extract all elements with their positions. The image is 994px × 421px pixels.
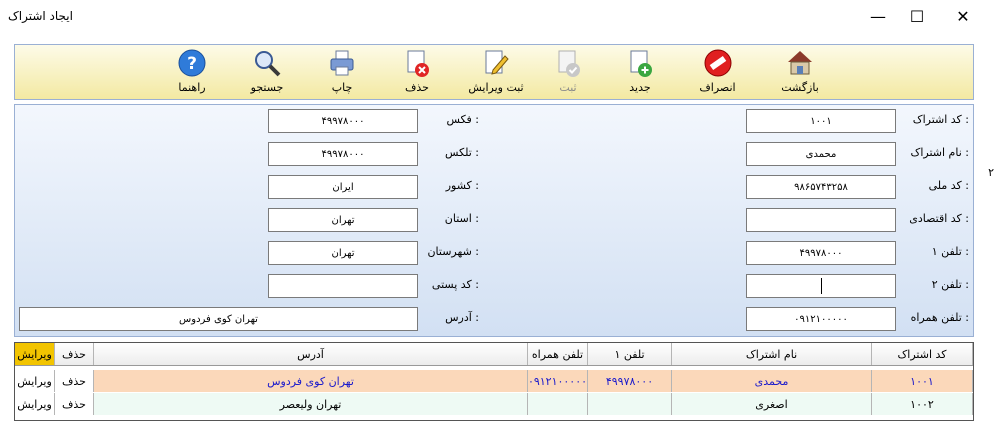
country-field[interactable]: ایران — [268, 175, 418, 199]
search-icon — [255, 51, 281, 77]
printer-icon — [330, 50, 354, 76]
telex-label: تلکس : — [444, 146, 479, 159]
subscription-form: کد اشتراک : ۱۰۰۱ نام اشتراک : محمدی کد م… — [14, 104, 974, 337]
address-cell: تهران ولیعصر — [94, 393, 528, 415]
cancel-button[interactable]: انصراف — [690, 48, 745, 94]
mobile-cell: ۰۹۱۲۱۰۰۰۰۰ — [528, 370, 588, 392]
save-icon — [558, 50, 580, 77]
table-row[interactable]: ویرایش حذف تهران کوی فردوس ۰۹۱۲۱۰۰۰۰۰ ۴۹… — [15, 370, 973, 392]
phone1-cell: ۴۹۹۷۸۰۰۰ — [588, 370, 672, 392]
fax-label: فکس : — [446, 113, 479, 126]
edit-pencil-icon — [485, 50, 509, 75]
phone1-label: تلفن ۱ : — [931, 245, 969, 258]
maximize-button[interactable]: ☐ — [894, 0, 940, 32]
grid-header-address[interactable]: آدرس — [94, 343, 528, 365]
grid-header-row: ویرایش حذف آدرس تلفن همراه تلفن ۱ نام اش… — [15, 343, 973, 366]
edge-fragment: ۲ — [988, 166, 994, 179]
grid-header-delete[interactable]: حذف — [55, 343, 94, 365]
save-button[interactable]: ثبت — [548, 48, 588, 94]
city-label: شهرستان : — [427, 245, 479, 258]
national-code-field[interactable]: ۹۸۶۵۷۴۳۲۵۸ — [746, 175, 896, 199]
country-label: کشور : — [445, 179, 479, 192]
economic-code-field[interactable] — [746, 208, 896, 232]
code-cell: ۱۰۰۱ — [872, 370, 973, 392]
window-title: ایجاد اشتراک — [8, 9, 73, 23]
new-document-icon — [630, 50, 652, 77]
close-icon: ✕ — [956, 6, 970, 26]
grid-header-phone1[interactable]: تلفن ۱ — [588, 343, 672, 365]
print-button[interactable]: چاپ — [322, 48, 362, 94]
title-bar: ایجاد اشتراک — ☐ ✕ — [0, 0, 994, 32]
postal-code-label: کد پستی : — [431, 278, 479, 291]
maximize-icon: ☐ — [909, 6, 925, 26]
phone2-field[interactable] — [746, 274, 896, 298]
svg-text:?: ? — [187, 54, 197, 74]
province-field[interactable]: تهران — [268, 208, 418, 232]
name-cell: محمدی — [672, 370, 872, 392]
telex-field[interactable]: ۴۹۹۷۸۰۰۰ — [268, 142, 418, 166]
phone1-cell — [588, 393, 672, 415]
grid-header-code[interactable]: کد اشتراک — [872, 343, 973, 365]
edit-link[interactable]: ویرایش — [15, 370, 55, 392]
delete-icon — [407, 50, 429, 77]
search-button[interactable]: جستجو — [245, 48, 289, 94]
province-label: استان : — [444, 212, 479, 225]
city-field[interactable]: تهران — [268, 241, 418, 265]
subscriptions-grid: ویرایش حذف آدرس تلفن همراه تلفن ۱ نام اش… — [14, 342, 974, 421]
name-cell: اصغری — [672, 393, 872, 415]
toolbar: بازگشت انصراف جدید ثبت ثبت ویرایش حذف چا… — [14, 44, 974, 100]
code-cell: ۱۰۰۲ — [872, 393, 973, 415]
national-code-label: کد ملی : — [928, 179, 969, 192]
phone2-label: تلفن ۲ : — [931, 278, 969, 291]
minimize-icon: — — [870, 6, 886, 26]
delete-button[interactable]: حذف — [397, 48, 437, 94]
sub-code-label: کد اشتراک : — [912, 113, 969, 126]
cancel-icon — [704, 49, 731, 77]
help-button[interactable]: ? راهنما — [170, 48, 214, 94]
save-edit-button[interactable]: ثبت ویرایش — [457, 48, 535, 94]
sub-name-label: نام اشتراک : — [910, 146, 970, 159]
mobile-label: تلفن همراه : — [910, 311, 969, 324]
edit-link[interactable]: ویرایش — [15, 393, 55, 415]
sub-code-field[interactable]: ۱۰۰۱ — [746, 109, 896, 133]
address-label: آدرس : — [445, 311, 479, 324]
grid-header-edit[interactable]: ویرایش — [15, 343, 55, 365]
fax-field[interactable]: ۴۹۹۷۸۰۰۰ — [268, 109, 418, 133]
delete-link[interactable]: حذف — [55, 393, 94, 415]
close-button[interactable]: ✕ — [940, 0, 986, 32]
mobile-cell — [528, 393, 588, 415]
back-button[interactable]: بازگشت — [770, 48, 830, 94]
home-icon — [788, 51, 812, 75]
grid-header-mobile[interactable]: تلفن همراه — [528, 343, 588, 365]
postal-code-field[interactable] — [268, 274, 418, 298]
phone1-field[interactable]: ۴۹۹۷۸۰۰۰ — [746, 241, 896, 265]
economic-code-label: کد اقتصادی : — [909, 212, 969, 225]
help-icon: ? — [178, 49, 206, 77]
table-row[interactable]: ویرایش حذف تهران ولیعصر اصغری ۱۰۰۲ — [15, 393, 973, 415]
mobile-field[interactable]: ۰۹۱۲۱۰۰۰۰۰ — [746, 307, 896, 331]
address-cell: تهران کوی فردوس — [94, 370, 528, 392]
address-field[interactable]: تهران کوی فردوس — [19, 307, 418, 331]
sub-name-field[interactable]: محمدی — [746, 142, 896, 166]
grid-header-name[interactable]: نام اشتراک — [672, 343, 872, 365]
new-button[interactable]: جدید — [620, 48, 660, 94]
delete-link[interactable]: حذف — [55, 370, 94, 392]
text-caret — [820, 278, 822, 294]
